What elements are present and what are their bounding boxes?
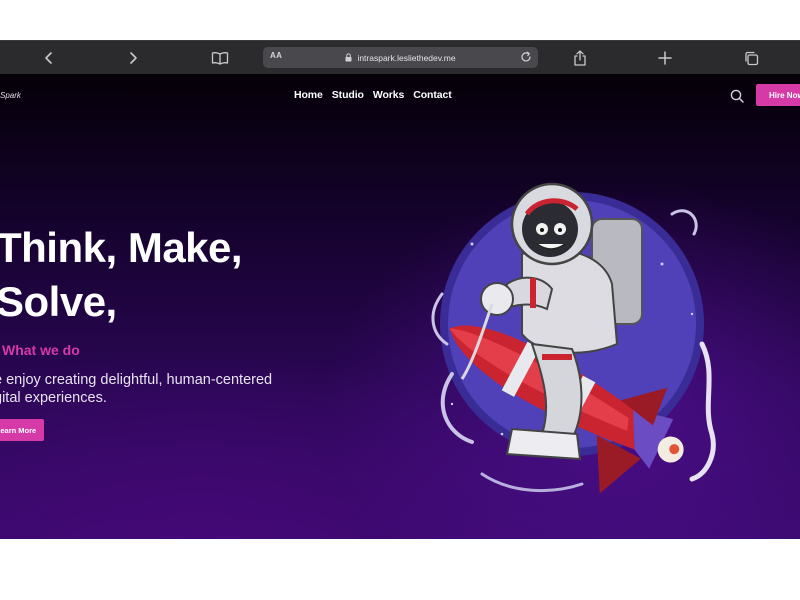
chevron-right-icon [130,52,137,64]
book-icon [211,52,229,65]
site-logo[interactable]: Spark [0,91,21,100]
lock-icon [345,53,352,62]
url-text: intraspark.lesliethedev.me [357,52,456,63]
search-button[interactable] [728,87,746,105]
share-button[interactable] [563,41,597,75]
hero-kicker: What we do [2,342,80,358]
nav-item-works[interactable]: Works [373,89,405,101]
lead-line-1: e enjoy creating delightful, human-cente… [0,372,273,388]
reload-icon[interactable] [520,51,532,63]
tabs-overview-button[interactable] [734,41,768,75]
forward-button[interactable] [116,41,150,75]
browser-toolbar: AA intraspark.lesliethedev.me [0,40,800,74]
bookmarks-button[interactable] [203,41,237,75]
search-icon [730,89,744,103]
nav-item-studio[interactable]: Studio [332,89,364,101]
new-tab-button[interactable] [648,41,682,75]
headline-line-1: Think, Make, [0,224,243,271]
tabs-icon [744,51,758,65]
page-viewport: Spark Home Studio Works Contact Hire Now… [0,74,800,539]
learn-more-button[interactable]: Learn More [0,419,44,441]
plus-icon [658,51,672,65]
hero-lead: e enjoy creating delightful, human-cente… [0,371,272,407]
headline-line-2: Solve, [0,278,117,325]
nav-item-contact[interactable]: Contact [413,89,451,101]
chevron-left-icon [45,52,52,64]
nav-item-home[interactable]: Home [294,89,323,101]
reader-text-size-button[interactable]: AA [270,51,282,60]
hero-headline: Think, Make, Solve, [0,221,243,329]
address-bar[interactable]: AA intraspark.lesliethedev.me [263,47,538,68]
astronaut-rocket-illustration [431,182,716,494]
share-icon [574,50,586,66]
back-button[interactable] [32,41,66,75]
hire-now-button[interactable]: Hire Now [756,84,800,106]
main-nav: Home Studio Works Contact [294,89,452,101]
lead-line-2: gital experiences. [0,390,107,406]
